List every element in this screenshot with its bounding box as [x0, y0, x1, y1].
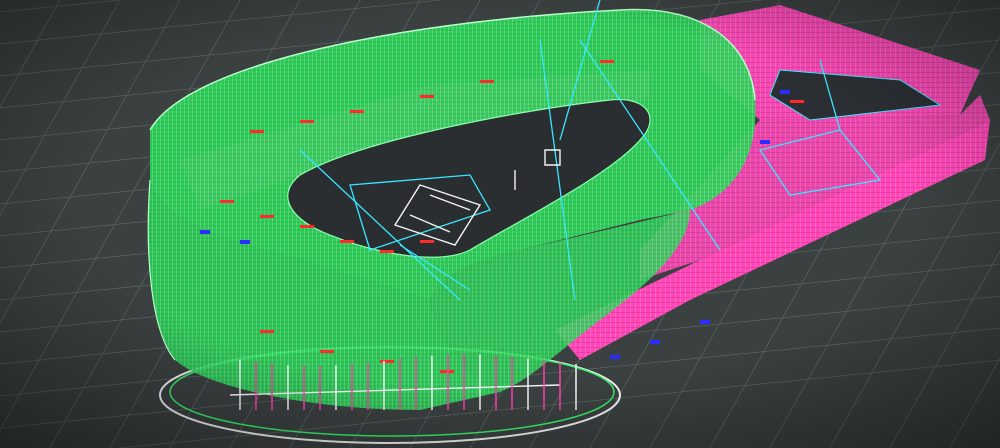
- cad-3d-viewport[interactable]: [0, 0, 1000, 448]
- wireframe-scene: [0, 0, 1000, 448]
